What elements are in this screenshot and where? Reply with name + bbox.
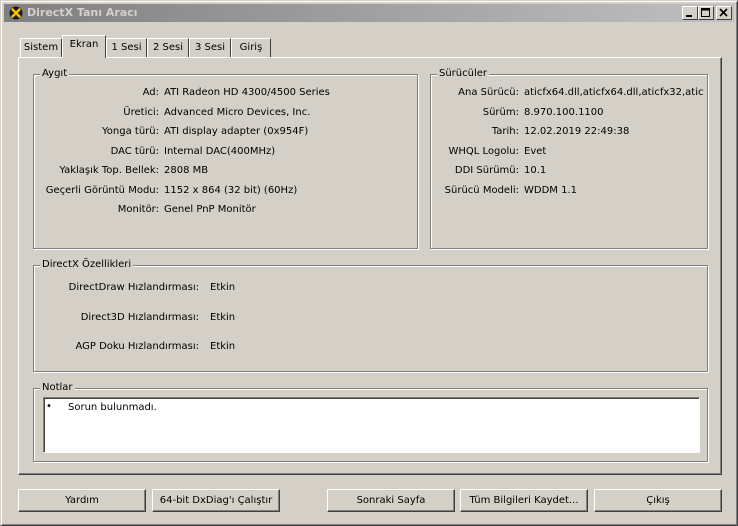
manufacturer-value: Advanced Micro Devices, Inc. bbox=[164, 107, 311, 118]
main-driver-value: aticfx64.dll,aticfx64.dll,aticfx32,aticf bbox=[524, 87, 704, 98]
ddi-version-value: 10.1 bbox=[524, 165, 547, 176]
driver-model-label: Sürücü Modeli: bbox=[444, 185, 519, 196]
device-name-label: Ad: bbox=[142, 87, 159, 98]
maximize-button[interactable] bbox=[698, 6, 714, 20]
close-icon bbox=[719, 8, 728, 17]
tab-sound-2[interactable]: 2 Sesi bbox=[147, 38, 189, 57]
minimize-button[interactable] bbox=[682, 6, 698, 20]
minimize-icon bbox=[686, 15, 692, 17]
tab-sound-3[interactable]: 3 Sesi bbox=[189, 38, 231, 57]
monitor-label: Monitör: bbox=[117, 204, 159, 215]
title-bar[interactable]: DirectX Tanı Aracı bbox=[4, 4, 734, 22]
next-page-button[interactable]: Sonraki Sayfa bbox=[327, 489, 455, 512]
drivers-group: Sürücüler bbox=[430, 68, 708, 249]
agp-label: AGP Doku Hızlandırması: bbox=[75, 341, 199, 352]
save-all-information-button[interactable]: Tüm Bilgileri Kaydet... bbox=[460, 489, 588, 512]
chip-type-value: ATI display adapter (0x954F) bbox=[164, 126, 309, 137]
help-button[interactable]: Yardım bbox=[18, 489, 146, 512]
dac-type-label: DAC türü: bbox=[110, 146, 159, 157]
main-driver-label: Ana Sürücü: bbox=[458, 87, 519, 98]
device-name-value: ATI Radeon HD 4300/4500 Series bbox=[164, 87, 330, 98]
maximize-icon bbox=[701, 8, 710, 17]
monitor-value: Genel PnP Monitör bbox=[164, 204, 256, 215]
bullet-icon: • bbox=[46, 401, 52, 412]
close-button[interactable] bbox=[716, 6, 732, 20]
total-memory-label: Yaklaşık Top. Bellek: bbox=[59, 165, 159, 176]
notes-textarea[interactable]: • Sorun bulunmadı. bbox=[43, 397, 700, 453]
device-group-label: Aygıt bbox=[40, 68, 70, 80]
tab-system[interactable]: Sistem bbox=[20, 38, 62, 57]
whql-label: WHQL Logolu: bbox=[448, 146, 520, 157]
driver-model-value: WDDM 1.1 bbox=[524, 185, 577, 196]
tab-display[interactable]: Ekran bbox=[62, 35, 106, 58]
device-group: Aygıt bbox=[33, 68, 418, 249]
direct3d-value: Etkin bbox=[210, 312, 236, 323]
driver-version-label: Sürüm: bbox=[482, 107, 519, 118]
directx-features-group-label: DirectX Özellikleri bbox=[40, 259, 134, 271]
dxdiag-window: DirectX Tanı Aracı Sistem Ekran 1 Sesi 2… bbox=[0, 0, 738, 526]
ddi-version-label: DDI Sürümü: bbox=[454, 165, 519, 176]
dac-type-value: Internal DAC(400MHz) bbox=[164, 146, 276, 157]
directx-x-icon bbox=[9, 6, 23, 20]
whql-value: Evet bbox=[524, 146, 547, 157]
exit-button[interactable]: Çıkış bbox=[594, 489, 722, 512]
notes-group-label: Notlar bbox=[40, 382, 75, 394]
run-64bit-dxdiag-button[interactable]: 64-bit DxDiag'ı Çalıştır bbox=[152, 489, 280, 512]
tab-sound-1[interactable]: 1 Sesi bbox=[106, 38, 147, 57]
display-mode-label: Geçerli Görüntü Modu: bbox=[45, 185, 159, 196]
notes-item: Sorun bulunmadı. bbox=[68, 402, 157, 413]
directdraw-value: Etkin bbox=[210, 282, 236, 293]
agp-value: Etkin bbox=[210, 341, 236, 352]
direct3d-label: Direct3D Hızlandırması: bbox=[80, 312, 199, 323]
chip-type-label: Yonga türü: bbox=[102, 126, 159, 137]
manufacturer-label: Üretici: bbox=[123, 107, 159, 118]
total-memory-value: 2808 MB bbox=[164, 165, 209, 176]
driver-date-value: 12.02.2019 22:49:38 bbox=[524, 126, 630, 137]
window-title: DirectX Tanı Aracı bbox=[27, 6, 138, 19]
drivers-group-label: Sürücüler bbox=[437, 68, 490, 80]
directdraw-label: DirectDraw Hızlandırması: bbox=[68, 282, 199, 293]
driver-version-value: 8.970.100.1100 bbox=[524, 107, 604, 118]
display-mode-value: 1152 x 864 (32 bit) (60Hz) bbox=[164, 185, 298, 196]
driver-date-label: Tarih: bbox=[491, 126, 519, 137]
tab-input[interactable]: Giriş bbox=[231, 38, 271, 57]
